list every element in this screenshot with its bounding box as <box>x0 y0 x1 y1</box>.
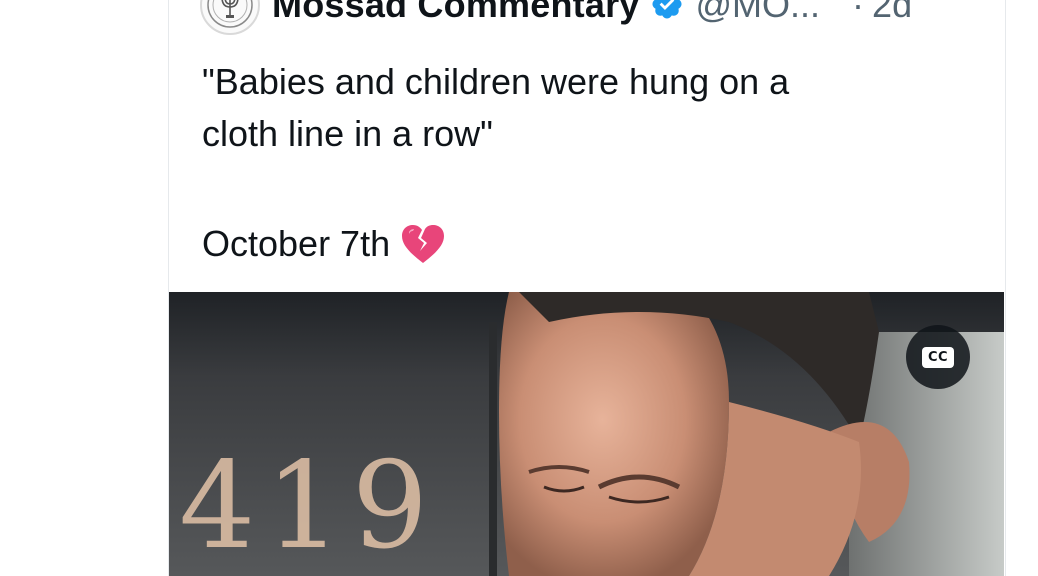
tweet-header: Mossad Commentary @MO... · 2d <box>200 0 980 35</box>
tweet-date-text: October 7th <box>202 223 391 264</box>
verified-badge-icon <box>651 0 682 19</box>
painted-numbers: 419 <box>179 437 438 576</box>
author-name[interactable]: Mossad Commentary <box>272 0 640 23</box>
header-separator: · <box>852 0 865 25</box>
video-player[interactable]: 419 <box>169 292 1004 576</box>
video-frame: 419 <box>169 292 1004 576</box>
broken-heart-icon <box>402 225 445 263</box>
tweet-page: Mossad Commentary @MO... · 2d "Babies an… <box>0 0 1038 576</box>
tweet-date-line: October 7th <box>202 218 446 270</box>
author-handle[interactable]: @MO... <box>696 0 821 23</box>
cc-icon: CC <box>921 346 955 368</box>
author-avatar[interactable] <box>200 0 260 35</box>
post-timestamp[interactable]: 2d <box>872 0 912 23</box>
emblem-icon <box>207 0 253 28</box>
closed-captions-button[interactable]: CC <box>906 325 970 389</box>
tweet-text: "Babies and children were hung on a clot… <box>202 61 790 154</box>
